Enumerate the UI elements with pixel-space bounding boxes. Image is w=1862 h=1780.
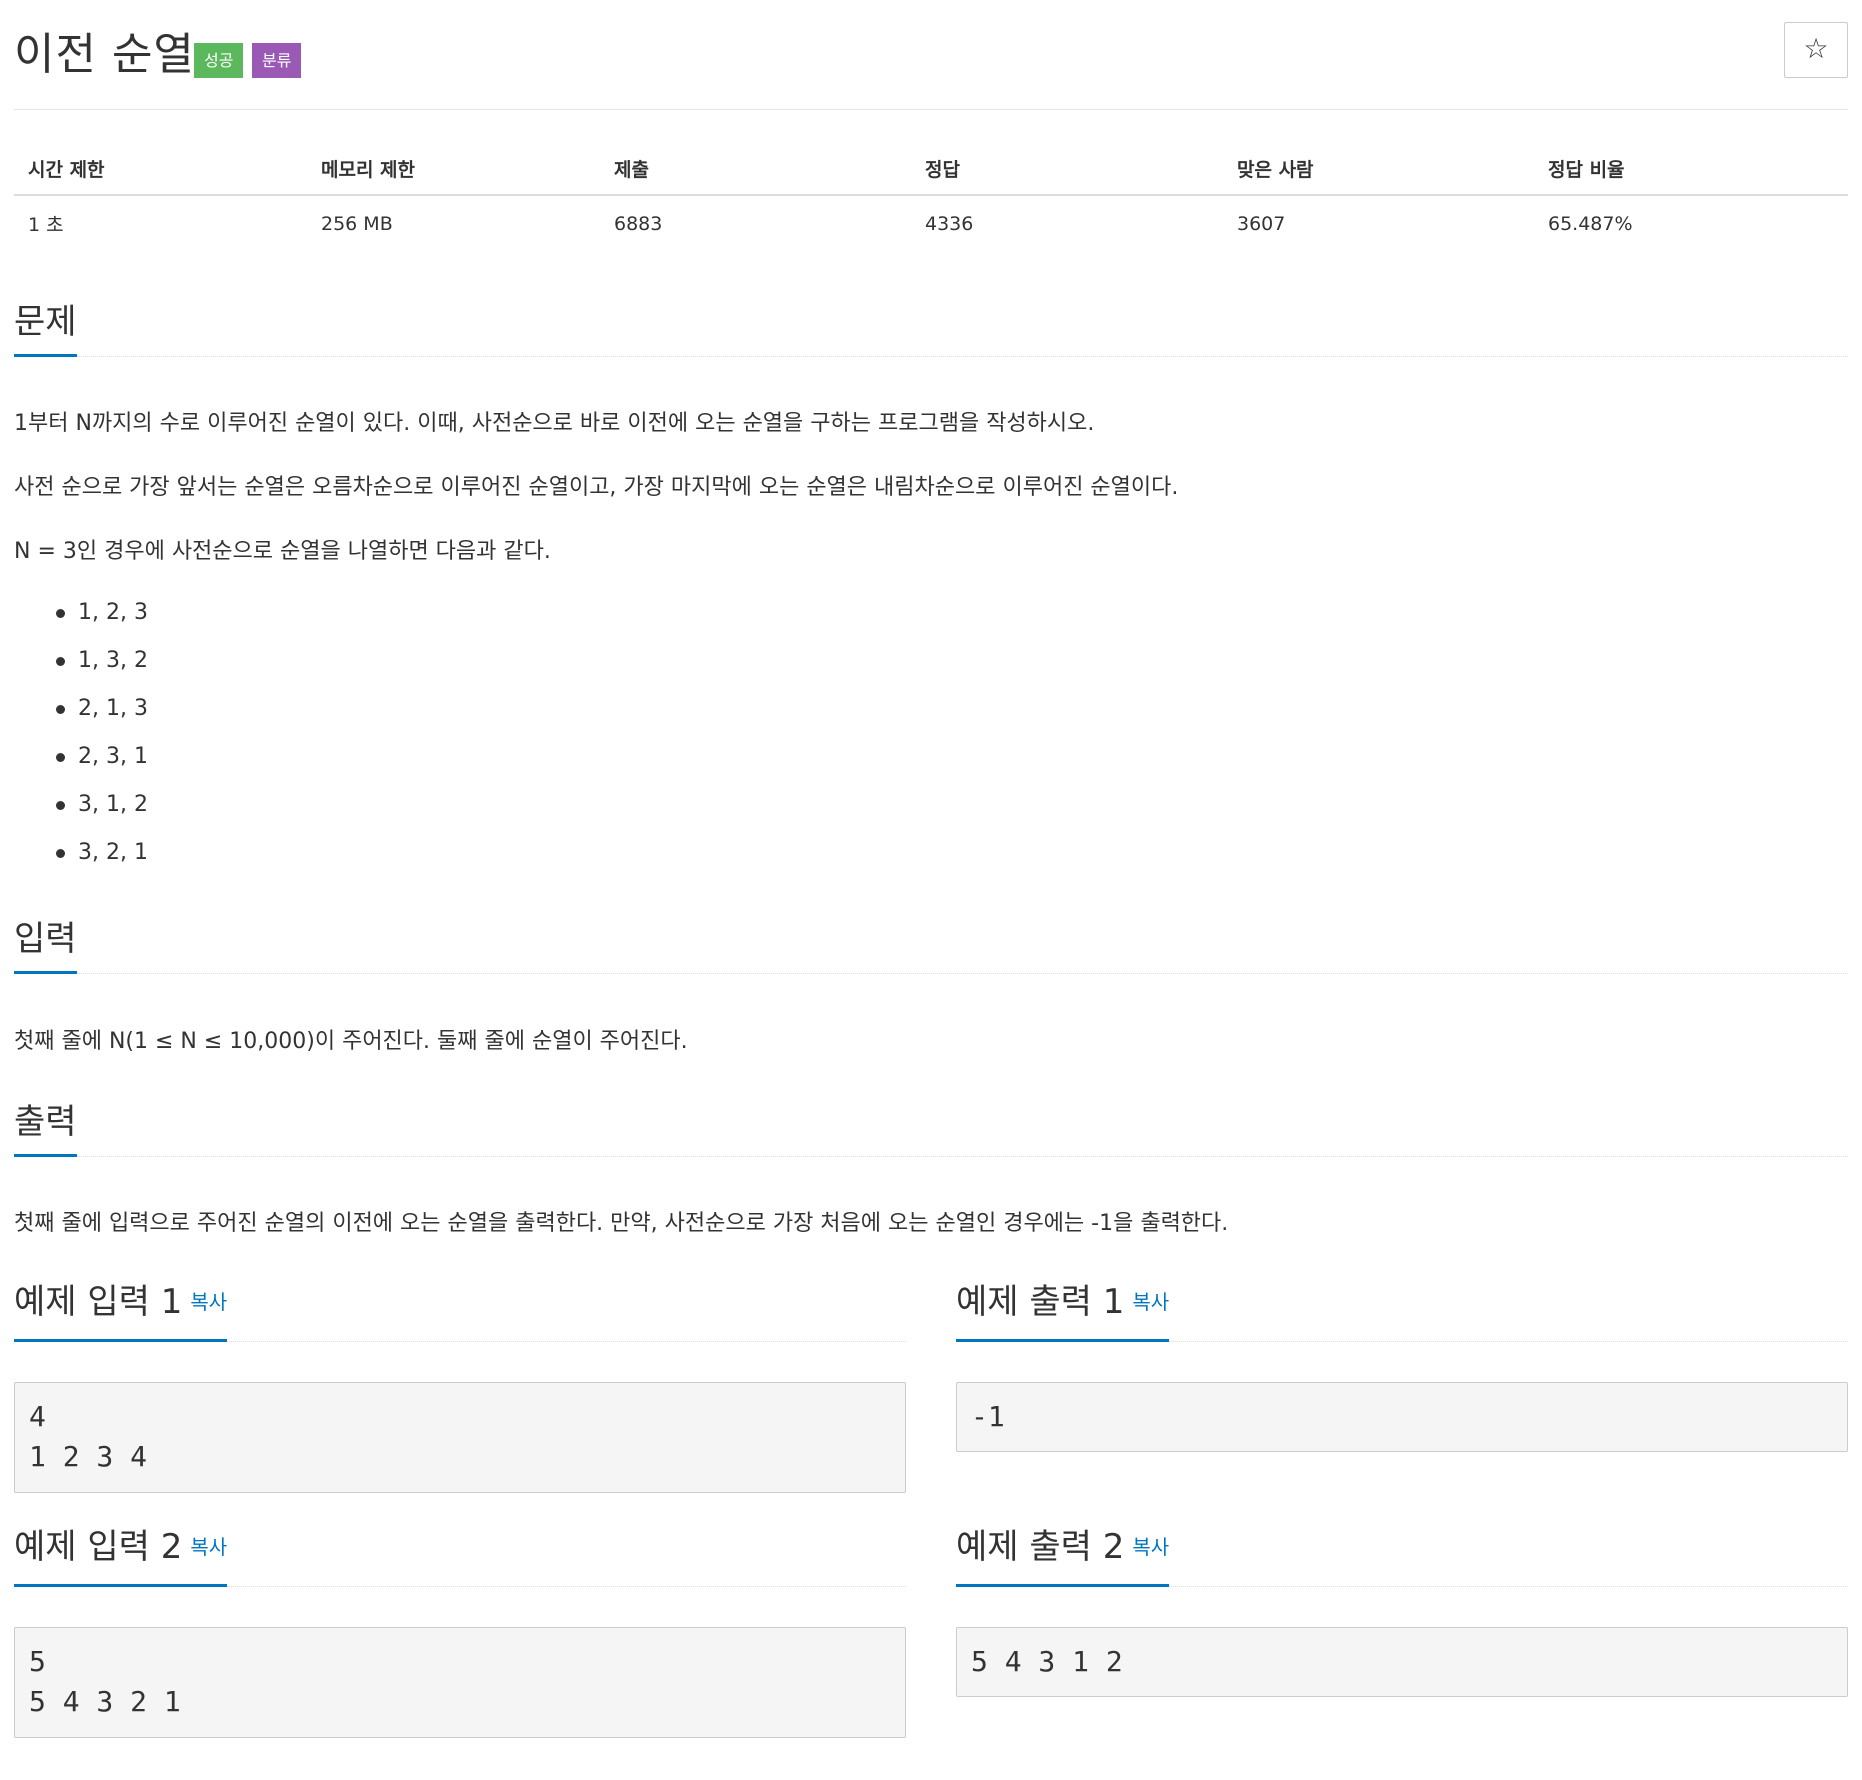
sample-output-2: 예제 출력 2 복사 5 4 3 1 2 (956, 1527, 1848, 1697)
problem-headline: 문제 (14, 305, 1848, 357)
header-accepted: 정답 (911, 145, 1223, 196)
sample-input-2-box[interactable]: 5 5 4 3 2 1 (14, 1627, 906, 1738)
permutation-list: 1, 2, 3 1, 3, 2 2, 1, 3 2, 3, 1 3, 1, 2 … (44, 589, 148, 877)
copy-button[interactable]: 복사 (190, 1535, 227, 1559)
submissions-value: 6883 (614, 212, 663, 235)
list-item-text: 3, 1, 2 (78, 792, 148, 817)
sample-input-1-box[interactable]: 4 1 2 3 4 (14, 1382, 906, 1493)
sample-input-2-heading-wrap: 예제 입력 2 복사 (14, 1527, 228, 1587)
list-item: 2, 1, 3 (44, 685, 148, 733)
table-row: 1 초 256 MB 6883 4336 3607 65.487% (14, 195, 1848, 251)
list-item-text: 3, 2, 1 (78, 840, 148, 865)
sample-output-1-headline: 예제 출력 1 복사 (956, 1282, 1848, 1342)
bullet-icon (56, 753, 65, 762)
list-item-text: 2, 1, 3 (78, 696, 148, 721)
sample-output-1-heading: 예제 출력 1 (956, 1282, 1125, 1322)
problem-section: 문제 1부터 N까지의 수로 이루어진 순열이 있다. 이때, 사전순으로 바로… (14, 305, 1848, 865)
sample-output-1-box[interactable]: -1 (956, 1382, 1848, 1452)
input-headline: 입력 (14, 922, 1848, 974)
list-item: 3, 1, 2 (44, 781, 148, 829)
problem-heading: 문제 (14, 305, 77, 357)
title-row: 이전 순열 성공 분류 ☆ (14, 0, 1848, 110)
star-icon: ☆ (1803, 32, 1829, 65)
list-item: 1, 3, 2 (44, 637, 148, 685)
sample-input-1-heading-wrap: 예제 입력 1 복사 (14, 1282, 228, 1342)
copy-button[interactable]: 복사 (190, 1290, 227, 1314)
header-accept-ratio: 정답 비율 (1534, 145, 1848, 196)
sample-output-2-box[interactable]: 5 4 3 1 2 (956, 1627, 1848, 1697)
solvers-value: 3607 (1237, 212, 1286, 235)
bullet-icon (56, 609, 65, 618)
input-section: 입력 첫째 줄에 N(1 ≤ N ≤ 10,000)이 주어진다. 둘째 줄에 … (14, 922, 1848, 1054)
sample-input-1: 예제 입력 1 복사 4 1 2 3 4 (14, 1282, 906, 1493)
accept-ratio-value: 65.487% (1548, 212, 1633, 235)
bullet-icon (56, 801, 65, 810)
accepted-value: 4336 (925, 212, 974, 235)
output-section: 출력 첫째 줄에 입력으로 주어진 순열의 이전에 오는 순열을 출력한다. 만… (14, 1105, 1848, 1236)
header-solvers: 맞은 사람 (1223, 145, 1534, 196)
output-description: 첫째 줄에 입력으로 주어진 순열의 이전에 오는 순열을 출력한다. 만약, … (14, 1211, 1229, 1236)
sample-output-2-heading: 예제 출력 2 (956, 1527, 1125, 1567)
sample-input-1-heading: 예제 입력 1 (14, 1282, 183, 1322)
favorite-button[interactable]: ☆ (1784, 22, 1848, 78)
list-item-text: 2, 3, 1 (78, 744, 148, 769)
problem-paragraph-1: 1부터 N까지의 수로 이루어진 순열이 있다. 이때, 사전순으로 바로 이전… (14, 411, 1095, 436)
copy-button[interactable]: 복사 (1132, 1290, 1169, 1314)
header-submissions: 제출 (600, 145, 911, 196)
input-description: 첫째 줄에 N(1 ≤ N ≤ 10,000)이 주어진다. 둘째 줄에 순열이… (14, 1029, 688, 1054)
sample-output-2-heading-wrap: 예제 출력 2 복사 (956, 1527, 1170, 1587)
copy-button[interactable]: 복사 (1132, 1535, 1169, 1559)
sample-output-2-headline: 예제 출력 2 복사 (956, 1527, 1848, 1587)
bullet-icon (56, 705, 65, 714)
status-badge-success[interactable]: 성공 (194, 43, 244, 78)
bullet-icon (56, 849, 65, 858)
sample-input-2-heading: 예제 입력 2 (14, 1527, 183, 1567)
bullet-icon (56, 657, 65, 666)
problem-paragraph-2: 사전 순으로 가장 앞서는 순열은 오름차순으로 이루어진 순열이고, 가장 마… (14, 475, 1179, 500)
sample-input-1-headline: 예제 입력 1 복사 (14, 1282, 906, 1342)
sample-output-1-heading-wrap: 예제 출력 1 복사 (956, 1282, 1170, 1342)
sample-input-2: 예제 입력 2 복사 5 5 4 3 2 1 (14, 1527, 906, 1738)
input-heading: 입력 (14, 922, 77, 974)
list-item: 1, 2, 3 (44, 589, 148, 637)
problem-page: 이전 순열 성공 분류 ☆ 시간 제한 메모리 제한 제출 정답 맞은 사람 정… (14, 0, 1848, 1738)
output-heading: 출력 (14, 1105, 77, 1157)
time-limit-value: 1 초 (28, 214, 64, 236)
page-title: 이전 순열 (14, 29, 195, 80)
output-headline: 출력 (14, 1105, 1848, 1157)
sample-output-1: 예제 출력 1 복사 -1 (956, 1282, 1848, 1452)
table-header-row: 시간 제한 메모리 제한 제출 정답 맞은 사람 정답 비율 (14, 145, 1848, 196)
header-memory-limit: 메모리 제한 (307, 145, 600, 196)
problem-paragraph-3: N = 3인 경우에 사전순으로 순열을 나열하면 다음과 같다. (14, 539, 551, 564)
problem-info-table: 시간 제한 메모리 제한 제출 정답 맞은 사람 정답 비율 1 초 256 M… (14, 145, 1848, 251)
list-item: 3, 2, 1 (44, 829, 148, 877)
list-item-text: 1, 3, 2 (78, 648, 148, 673)
memory-limit-value: 256 MB (321, 212, 393, 235)
sample-input-2-headline: 예제 입력 2 복사 (14, 1527, 906, 1587)
category-badge[interactable]: 분류 (252, 43, 302, 78)
list-item-text: 1, 2, 3 (78, 600, 148, 625)
list-item: 2, 3, 1 (44, 733, 148, 781)
header-time-limit: 시간 제한 (14, 145, 307, 196)
